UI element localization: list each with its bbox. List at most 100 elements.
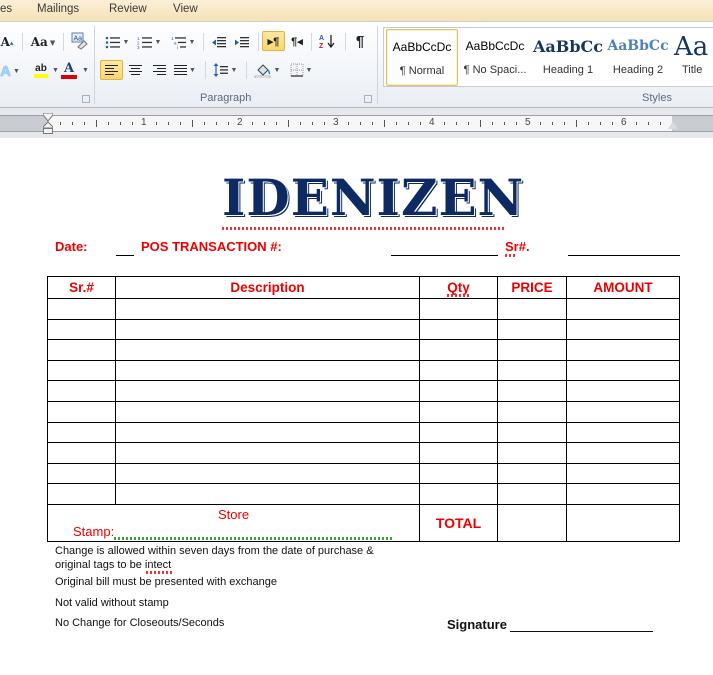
decrease-indent-button[interactable] xyxy=(208,32,230,52)
sr-cell[interactable] xyxy=(47,483,116,505)
amount-cell[interactable] xyxy=(566,442,680,464)
price-cell[interactable] xyxy=(497,359,567,382)
amount-cell[interactable] xyxy=(566,421,680,444)
change-case-button[interactable]: Aa ▼ xyxy=(29,32,57,52)
sr-cell[interactable] xyxy=(47,318,116,341)
highlight-dropdown[interactable]: ▼ xyxy=(52,67,59,74)
style-no-spacing[interactable]: AaBbCcDc ¶ No Spaci... xyxy=(459,29,531,86)
increase-indent-button[interactable] xyxy=(231,32,253,52)
qty-cell[interactable] xyxy=(419,442,498,464)
font-color-dropdown[interactable]: ▼ xyxy=(82,67,89,74)
rtl-direction-button[interactable]: ¶◂ xyxy=(287,31,307,51)
description-cell[interactable] xyxy=(115,339,420,361)
description-cell[interactable] xyxy=(115,421,420,444)
description-cell[interactable] xyxy=(115,442,420,464)
tab-review[interactable]: Review xyxy=(109,3,147,15)
sort-button[interactable]: AZ xyxy=(316,31,338,51)
font-color-button[interactable]: A xyxy=(60,60,78,80)
style-heading-1[interactable]: AaBbCс Heading 1 xyxy=(532,29,604,86)
horizontal-ruler[interactable]: 1 2 3 4 5 6 xyxy=(0,115,713,132)
clear-formatting-button[interactable]: Aa xyxy=(69,31,89,51)
sr-cell[interactable] xyxy=(47,359,116,382)
sr-cell[interactable] xyxy=(47,298,116,320)
amount-cell[interactable] xyxy=(566,462,680,485)
amount-cell[interactable] xyxy=(566,318,680,341)
sr-cell[interactable] xyxy=(47,421,116,444)
qty-cell[interactable] xyxy=(419,400,498,423)
amount-cell[interactable] xyxy=(566,400,680,423)
sr-cell[interactable] xyxy=(47,380,116,402)
grammar-underline xyxy=(114,536,394,540)
paragraph-dialog-launcher[interactable] xyxy=(364,95,372,103)
amount-cell[interactable] xyxy=(566,359,680,382)
description-cell[interactable] xyxy=(115,380,420,402)
price-cell[interactable] xyxy=(497,339,567,361)
borders-button[interactable]: ▼ xyxy=(286,60,316,80)
ruler-tick xyxy=(588,122,589,125)
pos-transaction-blank[interactable] xyxy=(391,255,498,256)
price-cell[interactable] xyxy=(497,318,567,341)
table-header-row: Sr.# Description Qty PRICE AMOUNT xyxy=(47,276,680,299)
style-normal[interactable]: AaBbCcDc ¶ Normal xyxy=(386,29,458,86)
qty-cell[interactable] xyxy=(419,339,498,361)
style-heading-2[interactable]: AaBbCc Heading 2 xyxy=(602,29,674,86)
bullets-button[interactable]: ▼ xyxy=(103,32,131,52)
price-cell[interactable] xyxy=(497,421,567,444)
description-cell[interactable] xyxy=(115,318,420,341)
justify-button[interactable]: ▼ xyxy=(172,60,198,80)
price-cell[interactable] xyxy=(497,400,567,423)
align-right-button[interactable] xyxy=(148,60,170,80)
line-spacing-button[interactable]: ▼ xyxy=(211,60,239,80)
description-cell[interactable] xyxy=(115,462,420,485)
tab-references[interactable]: es xyxy=(0,3,12,15)
grow-font-button[interactable]: A ▴ xyxy=(0,32,14,52)
tab-mailings[interactable]: Mailings xyxy=(37,3,79,15)
price-cell[interactable] xyxy=(497,442,567,464)
description-cell[interactable] xyxy=(115,359,420,382)
document-page[interactable]: IDENIZEN Date: POS TRANSACTION #: Sr#. S… xyxy=(0,138,713,675)
ltr-direction-button[interactable]: ▸¶ xyxy=(262,31,285,51)
font-dialog-launcher[interactable] xyxy=(82,95,90,103)
qty-cell[interactable] xyxy=(419,359,498,382)
sr-cell[interactable] xyxy=(47,442,116,464)
description-cell[interactable] xyxy=(115,483,420,505)
ruler-tick xyxy=(516,122,517,125)
price-cell[interactable] xyxy=(497,462,567,485)
serial-blank[interactable] xyxy=(568,255,680,256)
multilevel-list-button[interactable]: 1 a i ▼ xyxy=(170,32,196,52)
description-cell[interactable] xyxy=(115,400,420,423)
qty-cell[interactable] xyxy=(419,298,498,320)
qty-cell[interactable] xyxy=(419,483,498,505)
qty-cell[interactable] xyxy=(419,462,498,485)
show-hide-marks-button[interactable]: ¶ xyxy=(350,31,370,51)
store-stamp-cell[interactable]: Store Stamp: xyxy=(47,503,420,542)
group-separator xyxy=(94,26,95,104)
amount-cell[interactable] xyxy=(566,298,680,320)
sr-cell[interactable] xyxy=(47,462,116,485)
amount-cell[interactable] xyxy=(566,339,680,361)
date-blank[interactable] xyxy=(116,255,134,256)
indent-marker-icon[interactable] xyxy=(43,113,53,134)
qty-cell[interactable] xyxy=(419,318,498,341)
amount-cell[interactable] xyxy=(566,380,680,402)
tab-view[interactable]: View xyxy=(173,3,198,15)
align-center-button[interactable] xyxy=(124,60,146,80)
sr-cell[interactable] xyxy=(47,339,116,361)
price-cell[interactable] xyxy=(497,483,567,505)
shading-button[interactable]: ▼ xyxy=(252,60,282,80)
style-title[interactable]: Aa Title xyxy=(674,29,713,86)
numbering-button[interactable]: 1 2 3 ▼ xyxy=(135,32,163,52)
text-effects-button[interactable]: A ▼ xyxy=(0,61,20,81)
description-cell[interactable] xyxy=(115,298,420,320)
total-price-cell[interactable] xyxy=(497,503,567,542)
qty-cell[interactable] xyxy=(419,421,498,444)
price-cell[interactable] xyxy=(497,380,567,402)
sr-cell[interactable] xyxy=(47,400,116,423)
qty-cell[interactable] xyxy=(419,380,498,402)
total-amount-cell[interactable] xyxy=(566,503,680,542)
align-left-button[interactable] xyxy=(100,60,123,80)
right-indent-marker-icon[interactable] xyxy=(668,121,678,129)
price-cell[interactable] xyxy=(497,298,567,320)
amount-cell[interactable] xyxy=(566,483,680,505)
signature-line[interactable] xyxy=(510,631,653,632)
